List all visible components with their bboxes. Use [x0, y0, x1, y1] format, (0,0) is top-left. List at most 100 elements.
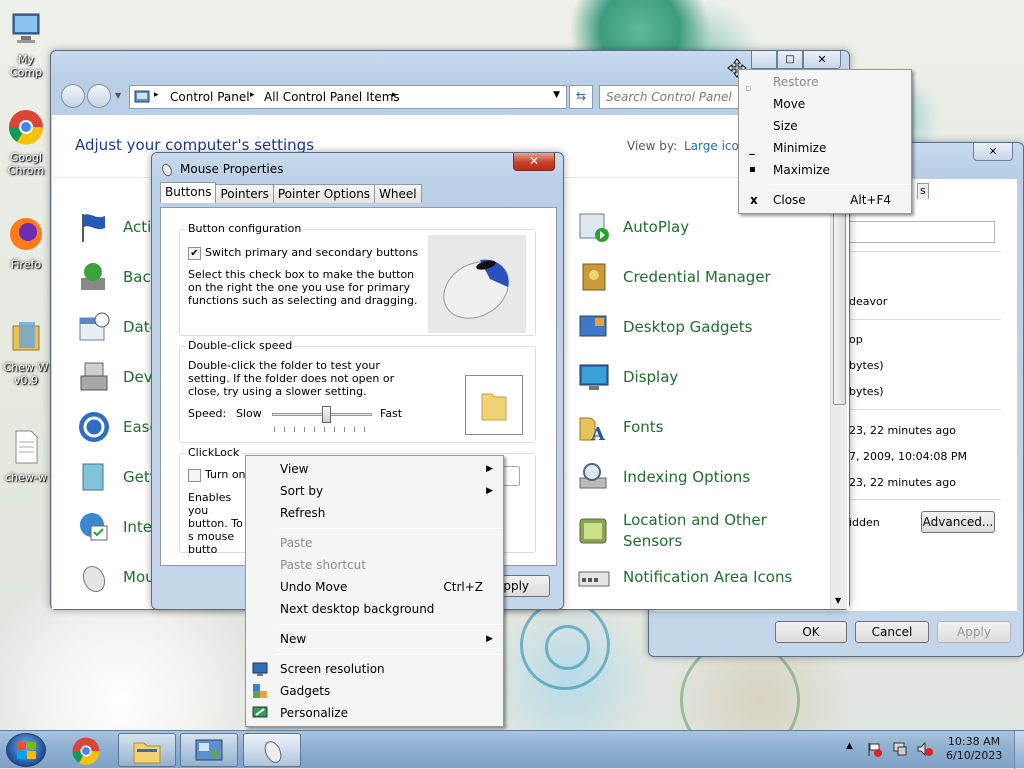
menu-item-new[interactable]: New ▶	[246, 628, 503, 650]
tab-pointers[interactable]: Pointers	[215, 184, 274, 203]
minimize-button[interactable]	[751, 51, 777, 69]
menu-item-paste[interactable]: Paste	[246, 532, 503, 554]
properties-close-button[interactable]: ✕	[973, 143, 1013, 161]
control-panel-icon	[134, 90, 150, 103]
mouse-icon	[162, 163, 172, 177]
menu-item-view[interactable]: View ▶	[246, 458, 503, 480]
menu-item-next-background[interactable]: Next desktop background	[246, 598, 503, 620]
close-icon: x	[750, 193, 758, 207]
menu-item-maximize[interactable]: ▪ Maximize	[739, 159, 911, 181]
desktop-icon-label: My Comp	[9, 53, 43, 79]
apply-button[interactable]: Apply	[937, 621, 1011, 643]
desktop-icon-label: Chew W v0.9	[3, 361, 49, 387]
speed-slider-thumb[interactable]	[322, 406, 331, 423]
cp-item-fonts[interactable]: A Fonts	[577, 410, 663, 444]
taskbar-chrome[interactable]	[58, 733, 116, 767]
tab-buttons[interactable]: Buttons	[160, 182, 217, 203]
desktop-icon-chew-wga[interactable]: Chew W v0.9	[2, 318, 50, 387]
menu-item-undo-move[interactable]: Undo Move Ctrl+Z	[246, 576, 503, 598]
cp-item-action-center[interactable]: Actio	[77, 210, 160, 244]
properties-line: 23, 22 minutes ago	[849, 424, 956, 437]
start-button[interactable]	[6, 733, 46, 767]
taskbar-explorer[interactable]	[118, 733, 176, 767]
scroll-down-icon[interactable]: ▼	[835, 596, 841, 605]
menu-item-size[interactable]: Size	[739, 115, 911, 137]
speed-slider[interactable]	[272, 406, 372, 423]
test-folder-area[interactable]	[465, 375, 523, 435]
dialog-close-button[interactable]: ✕	[513, 153, 555, 171]
cp-item-ease-of-access[interactable]: Ease	[77, 410, 159, 444]
cp-item-credential-manager[interactable]: Credential Manager	[577, 260, 771, 294]
cp-item-indexing-options[interactable]: Indexing Options	[577, 460, 750, 494]
forward-button[interactable]	[87, 84, 111, 108]
address-dropdown-icon[interactable]: ▼	[553, 90, 560, 100]
action-center-flag-icon[interactable]	[866, 741, 882, 757]
cp-item-desktop-gadgets[interactable]: Desktop Gadgets	[577, 310, 752, 344]
taskbar-control-panel[interactable]	[180, 733, 238, 767]
restore-icon: ▫	[745, 84, 752, 94]
credential-manager-icon	[582, 263, 606, 291]
desktop-icon-my-computer[interactable]: My Comp	[2, 10, 50, 79]
gadgets-icon	[253, 684, 267, 698]
switch-buttons-checkbox[interactable]: ✔ Switch primary and secondary buttons	[188, 246, 418, 260]
wallpaper-swirl	[545, 625, 590, 670]
personalize-icon	[252, 706, 268, 718]
mouse-icon	[82, 565, 106, 593]
address-bar[interactable]: ▸ Control Panel ▸ All Control Panel Item…	[129, 85, 567, 109]
cp-item-notification-area-icons[interactable]: Notification Area Icons	[577, 560, 792, 594]
desktop-icon-google-chrome[interactable]: Googl Chrom	[2, 108, 50, 177]
menu-item-gadgets[interactable]: Gadgets	[246, 680, 503, 702]
cp-item-location-sensors[interactable]: Location and Other Sensors	[577, 510, 773, 552]
clock-time: 10:38 AM	[947, 735, 1001, 748]
menu-item-sort-by[interactable]: Sort by ▶	[246, 480, 503, 502]
search-box[interactable]: Search Control Panel	[599, 85, 749, 109]
menu-item-paste-shortcut[interactable]: Paste shortcut	[246, 554, 503, 576]
cancel-button[interactable]: Cancel	[855, 621, 929, 643]
advanced-button[interactable]: Advanced...	[921, 511, 995, 533]
menu-item-screen-resolution[interactable]: Screen resolution	[246, 658, 503, 680]
cp-item-backup[interactable]: Back	[77, 260, 159, 294]
submenu-arrow-icon: ▶	[486, 634, 493, 644]
menu-separator	[276, 528, 501, 529]
maximize-button[interactable]: □	[777, 51, 803, 69]
cp-item-mouse[interactable]: Mou	[77, 560, 155, 594]
cp-item-date-time[interactable]: Date	[77, 310, 159, 344]
breadcrumb-all-items[interactable]: All Control Panel Items	[264, 90, 400, 104]
file-name-field[interactable]	[845, 221, 995, 243]
show-hidden-icons-arrow[interactable]: ▲	[846, 741, 853, 751]
menu-item-move[interactable]: Move	[739, 93, 911, 115]
menu-item-restore[interactable]: ▫ Restore	[739, 71, 911, 94]
slow-label: Slow	[236, 407, 262, 420]
cp-item-getting-started[interactable]: Gett	[77, 460, 156, 494]
dialog-title: Mouse Properties	[180, 162, 284, 176]
cp-item-autoplay[interactable]: AutoPlay	[577, 210, 689, 244]
ok-button[interactable]: OK	[775, 621, 847, 643]
taskbar-mouse-properties[interactable]	[243, 733, 301, 767]
desktop-icon-chew-wga-text[interactable]: chew-w	[2, 428, 50, 484]
view-by-label: View by:	[627, 139, 678, 153]
menu-item-refresh[interactable]: Refresh	[246, 502, 503, 524]
refresh-icon[interactable]: ⇆	[569, 85, 593, 109]
menu-item-minimize[interactable]: _ Minimize	[739, 137, 911, 159]
tab-pointer-options[interactable]: Pointer Options	[272, 184, 376, 203]
properties-line: bytes)	[849, 359, 884, 372]
breadcrumb-control-panel[interactable]: Control Panel	[170, 90, 250, 104]
tab-wheel[interactable]: Wheel	[374, 184, 422, 203]
network-icon[interactable]	[892, 741, 908, 757]
group-title: Button configuration	[186, 222, 304, 235]
desktop-icon-firefox[interactable]: Firefo	[2, 215, 50, 271]
cp-item-internet-options[interactable]: Inter	[77, 510, 158, 544]
menu-item-close[interactable]: x Close Alt+F4	[739, 189, 911, 211]
cp-item-devices[interactable]: Devi	[77, 360, 157, 394]
notification-area-icon	[578, 571, 610, 587]
cp-item-display[interactable]: Display	[577, 360, 678, 394]
control-panel-close-button[interactable]: ✕	[803, 51, 841, 69]
indexing-options-icon	[579, 463, 607, 489]
menu-item-personalize[interactable]: Personalize	[246, 702, 503, 724]
system-clock[interactable]: 10:38 AM 6/10/2023	[946, 735, 1002, 763]
properties-tab[interactable]: s	[917, 183, 929, 199]
recent-pages-arrow-icon[interactable]: ▼	[115, 91, 121, 100]
back-button[interactable]	[61, 84, 85, 108]
volume-muted-icon[interactable]	[916, 741, 934, 757]
show-desktop-button[interactable]	[1014, 731, 1024, 769]
